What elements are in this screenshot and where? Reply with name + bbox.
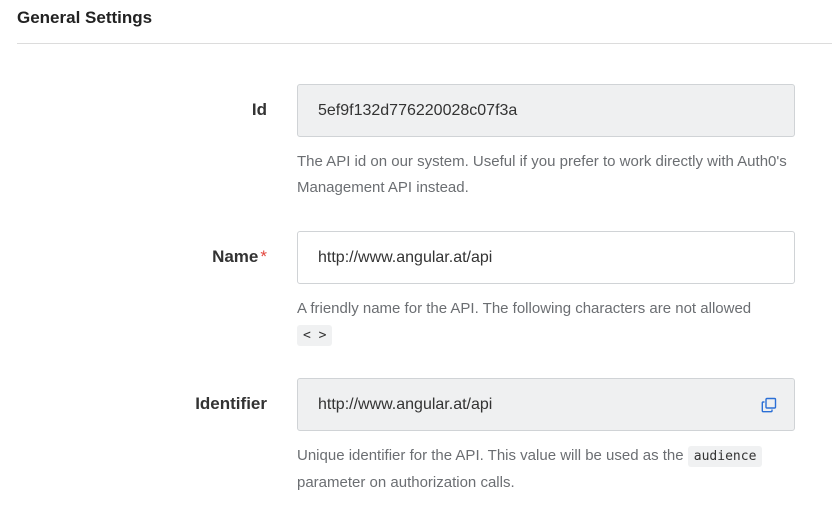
identifier-label: Identifier [195, 394, 267, 414]
identifier-help-code: audience [687, 446, 763, 467]
section-divider [17, 43, 832, 44]
id-field[interactable]: 5ef9f132d776220028c07f3a [297, 84, 795, 137]
copy-icon[interactable] [760, 396, 778, 414]
identifier-label-text: Identifier [195, 394, 267, 413]
name-input[interactable] [318, 248, 778, 267]
id-label: Id [252, 100, 267, 120]
identifier-value[interactable]: http://www.angular.at/api [318, 396, 760, 414]
id-help: The API id on our system. Useful if you … [297, 153, 787, 196]
name-help: A friendly name for the API. The followi… [297, 296, 797, 349]
id-value[interactable]: 5ef9f132d776220028c07f3a [318, 102, 778, 120]
required-marker: * [260, 247, 267, 266]
identifier-help: Unique identifier for the API. This valu… [297, 443, 797, 496]
name-field[interactable] [297, 231, 795, 284]
general-settings-page: General Settings Id 5ef9f132d776220028c0… [0, 0, 832, 508]
copy-icon-glyph [761, 397, 777, 412]
name-help-code: < > [297, 325, 333, 346]
section-title: General Settings [17, 8, 153, 27]
identifier-help-prefix: Unique identifier for the API. This valu… [297, 447, 684, 464]
name-help-text: A friendly name for the API. The followi… [297, 300, 752, 317]
id-label-text: Id [251, 100, 267, 119]
identifier-field[interactable]: http://www.angular.at/api [297, 378, 795, 431]
identifier-help-suffix: parameter on authorization calls. [297, 474, 515, 491]
name-label: Name * [212, 247, 267, 267]
name-label-text: Name [212, 247, 259, 266]
